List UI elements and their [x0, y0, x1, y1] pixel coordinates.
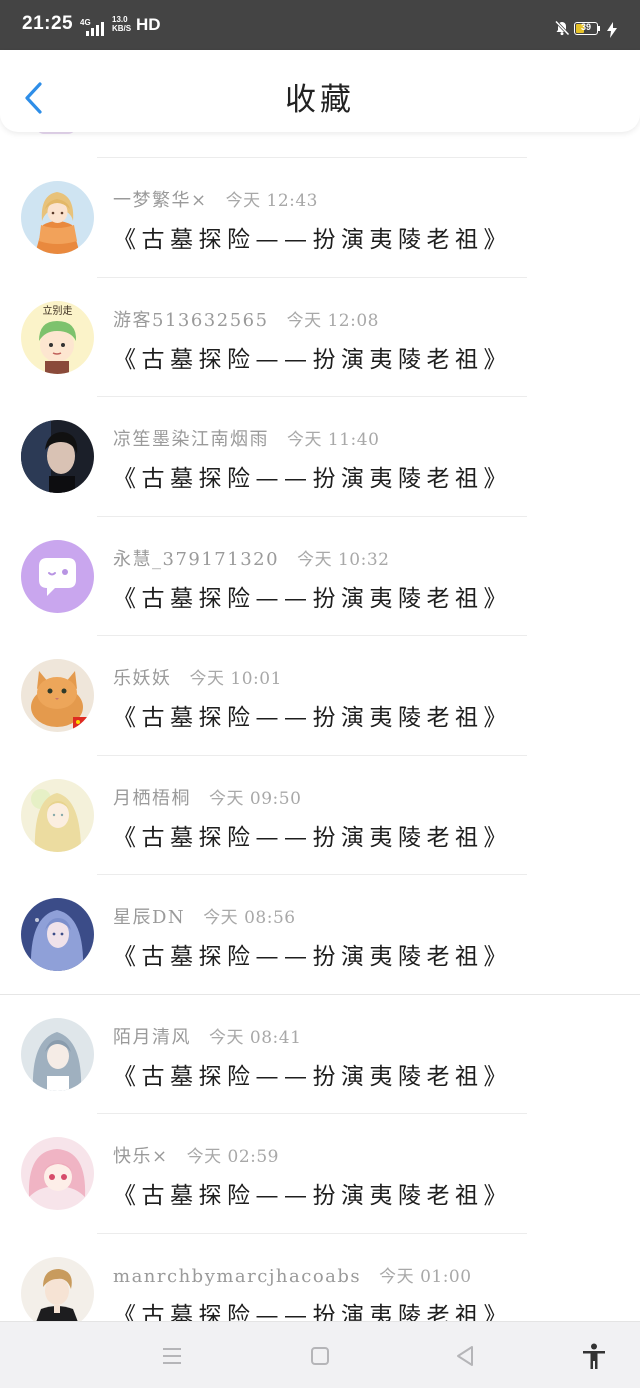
menu-icon[interactable] — [158, 1342, 186, 1370]
book-title[interactable]: 《古墓探险——扮演夷陵老祖》 — [113, 220, 512, 254]
network-speed: 13.0 KB/S — [112, 15, 131, 33]
item-time: 今天 01:00 — [379, 1266, 472, 1287]
avatar[interactable] — [21, 1137, 94, 1210]
charging-bolt-icon — [607, 22, 617, 38]
book-title[interactable]: 《古墓探险——扮演夷陵老祖》 — [113, 698, 512, 732]
list-item[interactable]: manrchbymarcjhacoabs 今天 01:00 《古墓探险——扮演夷陵… — [0, 1208, 640, 1330]
battery-level: 39 — [580, 22, 591, 32]
avatar[interactable] — [21, 898, 94, 971]
signal-icon — [86, 22, 108, 36]
item-time: 今天 12:43 — [225, 191, 318, 211]
item-time: 今天 02:59 — [186, 1147, 279, 1167]
avatar-cat-icon — [21, 659, 94, 732]
book-title[interactable]: 《古墓探险——扮演夷陵老祖》 — [113, 1057, 512, 1091]
user-name[interactable]: 乐妖妖 — [113, 668, 172, 689]
avatar[interactable] — [21, 1017, 94, 1091]
list-item[interactable]: 星辰DN 今天 08:56 《古墓探险——扮演夷陵老祖》 — [0, 849, 640, 971]
divider — [97, 1113, 527, 1114]
divider — [97, 635, 527, 636]
list-item[interactable]: 陌月清风 今天 08:41 《古墓探险——扮演夷陵老祖》 — [0, 969, 640, 1091]
status-bar: 21:25 4G 13.0 KB/S HD 39 — [0, 0, 640, 50]
mute-bell-icon — [554, 20, 570, 36]
back-triangle-icon[interactable] — [451, 1342, 479, 1370]
item-meta: 乐妖妖 今天 10:01 — [113, 664, 282, 690]
avatar-pink-hair-icon — [21, 1137, 94, 1210]
user-name[interactable]: 凉笙墨染江南烟雨 — [113, 429, 269, 450]
avatar-blue-hair-girl-icon — [21, 898, 94, 971]
system-nav-bar — [0, 1321, 640, 1388]
user-name[interactable]: 永慧_379171320 — [113, 549, 279, 570]
header: 收藏 — [0, 50, 640, 132]
hd-indicator: HD — [136, 15, 161, 34]
user-name[interactable]: 一梦繁华× — [113, 190, 208, 211]
avatar-anime-boy-icon — [21, 1256, 94, 1330]
item-time: 今天 08:56 — [203, 908, 296, 928]
item-meta: 永慧_379171320 今天 10:32 — [113, 545, 389, 571]
user-name[interactable]: 星辰DN — [113, 907, 185, 928]
item-meta: 凉笙墨染江南烟雨 今天 11:40 — [113, 425, 379, 451]
item-time: 今天 09:50 — [209, 788, 302, 809]
divider — [97, 874, 527, 875]
book-title[interactable]: 《古墓探险——扮演夷陵老祖》 — [113, 937, 512, 971]
list-item[interactable]: 永慧_379171320 今天 10:32 《古墓探险——扮演夷陵老祖》 — [0, 491, 640, 613]
user-name[interactable]: 快乐× — [113, 1146, 169, 1167]
list-item[interactable]: 凉笙墨染江南烟雨 今天 11:40 《古墓探险——扮演夷陵老祖》 — [0, 371, 640, 493]
speed-value: 13.0 — [112, 15, 128, 24]
avatar[interactable] — [21, 659, 94, 732]
item-time: 今天 08:41 — [209, 1027, 302, 1048]
list-item[interactable]: 一梦繁华× 今天 12:43 《古墓探险——扮演夷陵老祖》 — [0, 132, 640, 254]
battery-tip — [598, 26, 600, 31]
user-name[interactable]: 月栖梧桐 — [113, 788, 191, 809]
avatar[interactable] — [21, 539, 94, 613]
divider — [97, 396, 527, 397]
list-item[interactable]: 乐妖妖 今天 10:01 《古墓探险——扮演夷陵老祖》 — [0, 610, 640, 732]
avatar-girl-orange-icon — [21, 181, 94, 254]
chat-bubble-icon — [21, 539, 94, 613]
user-name[interactable]: 游客513632565 — [113, 310, 269, 331]
item-meta: 月栖梧桐 今天 09:50 — [113, 784, 301, 810]
avatar[interactable] — [21, 778, 94, 852]
item-meta: manrchbymarcjhacoabs 今天 01:00 — [113, 1262, 472, 1287]
user-name[interactable]: 陌月清风 — [113, 1027, 191, 1048]
accessibility-icon[interactable] — [580, 1342, 608, 1370]
item-time: 今天 12:08 — [286, 310, 379, 331]
item-meta: 快乐× 今天 02:59 — [113, 1142, 279, 1168]
divider — [97, 276, 527, 278]
page-title: 收藏 — [285, 82, 355, 118]
list-item[interactable]: 快乐× 今天 02:59 《古墓探险——扮演夷陵老祖》 — [0, 1088, 640, 1210]
avatar[interactable] — [21, 420, 94, 493]
svg-text:立别走: 立别走 — [43, 304, 73, 317]
avatar[interactable] — [21, 1256, 94, 1330]
item-meta: 一梦繁华× 今天 12:43 — [113, 186, 318, 212]
item-time: 今天 10:32 — [297, 549, 390, 570]
avatar-silver-hair-icon — [21, 1017, 94, 1091]
avatar[interactable] — [21, 181, 94, 254]
home-square-icon[interactable] — [306, 1342, 334, 1370]
avatar-blonde-girl-icon — [21, 778, 94, 852]
status-time: 21:25 — [22, 13, 74, 34]
divider — [97, 515, 527, 517]
battery-icon: 39 — [574, 22, 598, 35]
book-title[interactable]: 《古墓探险——扮演夷陵老祖》 — [113, 1176, 512, 1210]
avatar-cartoon-boy-icon: 立别走 — [21, 300, 94, 374]
user-name[interactable]: manrchbymarcjhacoabs — [113, 1266, 361, 1287]
speed-unit: KB/S — [112, 24, 132, 33]
book-title[interactable]: 《古墓探险——扮演夷陵老祖》 — [113, 579, 512, 613]
list-item[interactable]: 月栖梧桐 今天 09:50 《古墓探险——扮演夷陵老祖》 — [0, 730, 640, 852]
book-title[interactable]: 《古墓探险——扮演夷陵老祖》 — [113, 818, 512, 852]
divider — [97, 754, 527, 756]
item-time: 今天 11:40 — [287, 430, 380, 450]
divider — [0, 993, 640, 995]
item-meta: 游客513632565 今天 12:08 — [113, 306, 379, 332]
list-item[interactable]: 立别走 游客513632565 今天 12:08 《古墓探险——扮演夷陵老祖》 — [0, 252, 640, 374]
item-time: 今天 10:01 — [189, 669, 282, 689]
favorites-list: 一梦繁华× 今天 12:43 《古墓探险——扮演夷陵老祖》 立别走 游客51363… — [0, 132, 640, 1330]
item-meta: 陌月清风 今天 08:41 — [113, 1023, 301, 1049]
avatar-dark-portrait-icon — [21, 420, 94, 493]
book-title[interactable]: 《古墓探险——扮演夷陵老祖》 — [113, 459, 512, 493]
avatar[interactable]: 立别走 — [21, 300, 94, 374]
item-meta: 星辰DN 今天 08:56 — [113, 903, 296, 929]
divider — [97, 1232, 527, 1234]
book-title[interactable]: 《古墓探险——扮演夷陵老祖》 — [113, 340, 512, 374]
